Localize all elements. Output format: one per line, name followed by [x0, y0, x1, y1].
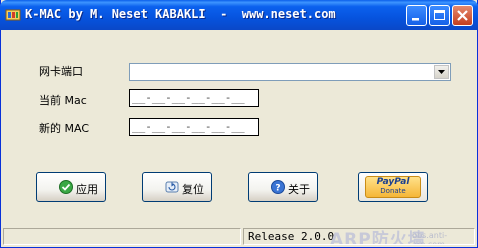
current-mac-label: 当前 Mac: [39, 94, 87, 107]
minimize-button[interactable]: [406, 5, 427, 26]
chevron-down-icon: [438, 70, 445, 74]
current-mac-field[interactable]: __-__-__-__-__-__: [129, 89, 259, 107]
title-bar[interactable]: K-MAC by M. Neset KABAKLI - www.neset.co…: [0, 0, 478, 30]
reset-button[interactable]: 复位: [142, 172, 212, 202]
adapter-label: 网卡端口: [39, 65, 83, 78]
apply-button[interactable]: 应用: [36, 172, 106, 202]
maximize-button[interactable]: [429, 5, 450, 26]
app-window: K-MAC by M. Neset KABAKLI - www.neset.co…: [0, 0, 478, 248]
paypal-brand: PayPal: [376, 177, 410, 187]
new-mac-field[interactable]: __-__-__-__-__-__: [129, 118, 259, 136]
help-icon: ?: [271, 180, 285, 194]
maximize-icon: [434, 10, 445, 20]
new-mac-label: 新的 MAC: [39, 122, 89, 135]
close-button[interactable]: [452, 5, 473, 26]
app-icon[interactable]: [5, 7, 21, 23]
svg-text:?: ?: [275, 184, 280, 194]
release-version: Release 2.0.0: [248, 230, 335, 243]
status-bar: Release 2.0.0 ARP防火墙 bbs.anti-arp.com: [1, 226, 477, 247]
about-button[interactable]: ? 关于: [248, 172, 318, 202]
reset-label: 复位: [182, 183, 204, 196]
reset-icon: [165, 180, 179, 194]
check-icon: [59, 180, 73, 194]
dropdown-arrow-button[interactable]: [434, 65, 449, 79]
close-icon: [457, 10, 468, 21]
paypal-logo: PayPal Donate: [365, 176, 421, 198]
apply-label: 应用: [76, 183, 98, 196]
donate-label: Donate: [380, 187, 406, 195]
about-label: 关于: [288, 183, 310, 196]
watermark-url: bbs.anti-arp.com: [412, 231, 448, 245]
window-title: K-MAC by M. Neset KABAKLI - www.neset.co…: [25, 7, 336, 21]
donate-button[interactable]: PayPal Donate: [358, 172, 428, 202]
status-panel-right: Release 2.0.0 ARP防火墙 bbs.anti-arp.com: [243, 228, 475, 245]
status-panel-left: [3, 228, 241, 245]
adapter-select[interactable]: [129, 63, 451, 81]
minimize-icon: [412, 18, 419, 21]
